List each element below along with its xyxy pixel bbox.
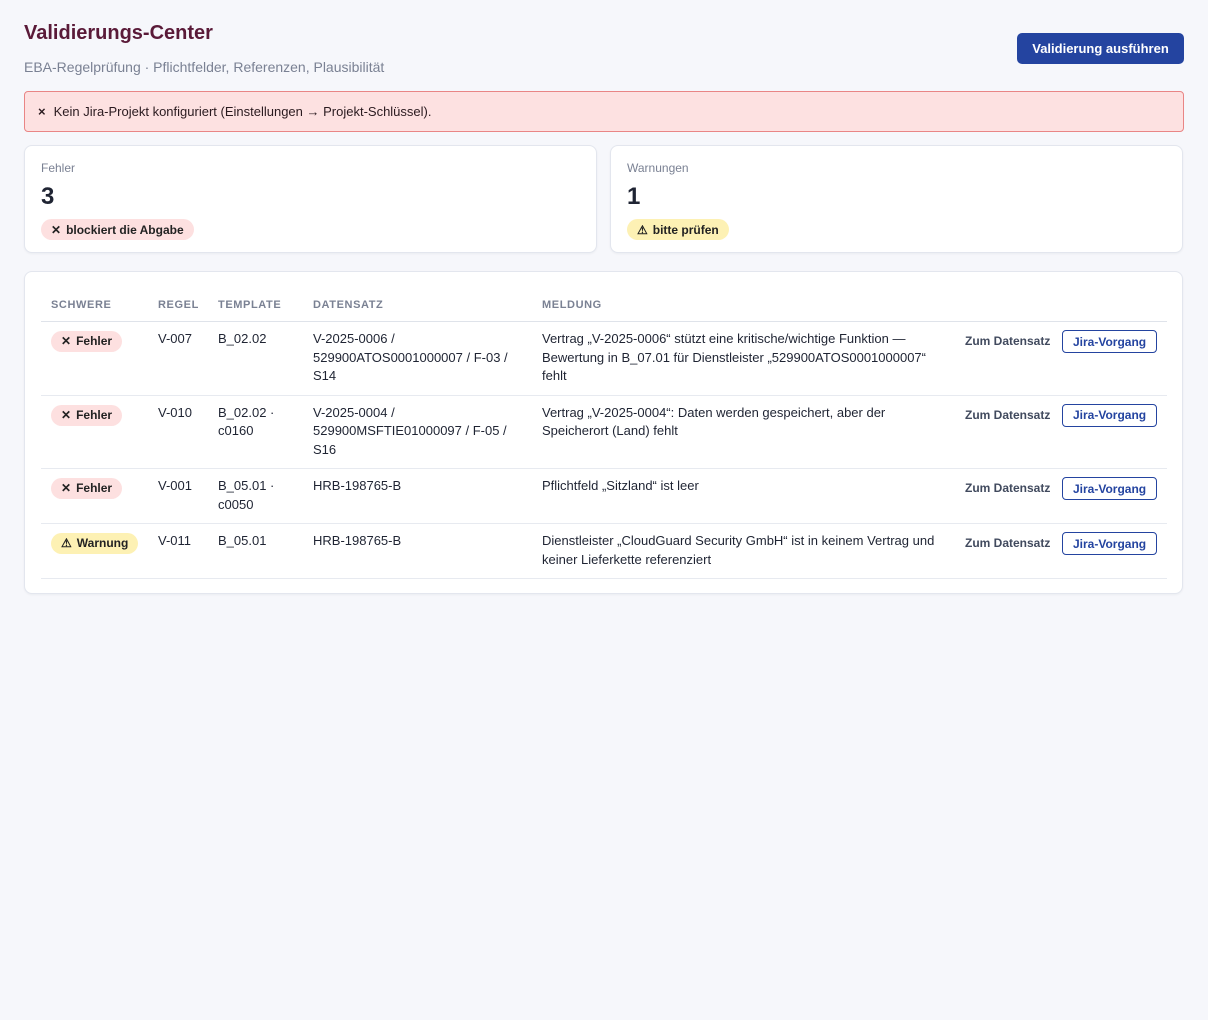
actions-cell: Zum Datensatz Jira-Vorgang [955, 395, 1167, 469]
column-header-actions [955, 288, 1167, 322]
errors-summary-card: Fehler 3 ✕ blockiert die Abgabe [24, 145, 597, 253]
severity-cell: ✕ Fehler [41, 468, 148, 524]
actions-cell: Zum Datensatz Jira-Vorgang [955, 523, 1167, 579]
warning-icon: ⚠ [637, 222, 648, 237]
go-to-record-button[interactable]: Zum Datensatz [965, 408, 1050, 422]
template-cell: B_05.01 [208, 523, 303, 579]
go-to-record-button[interactable]: Zum Datensatz [965, 481, 1050, 495]
severity-cell: ✕ Fehler [41, 321, 148, 396]
table-row: ✕ Fehler V-001 B_05.01 · c0050 HRB-19876… [41, 468, 1167, 524]
check-badge-label: bitte prüfen [652, 222, 719, 237]
blocking-badge: ✕ blockiert die Abgabe [41, 219, 194, 240]
column-header-severity: SCHWERE [41, 288, 148, 322]
alert-text: Kein Jira-Projekt konfiguriert (Einstell… [53, 104, 432, 119]
severity-label: Fehler [76, 481, 113, 496]
warnings-summary-card: Warnungen 1 ⚠ bitte prüfen [610, 145, 1183, 253]
table-row: ⚠ Warnung V-011 B_05.01 HRB-198765-B Die… [41, 523, 1167, 579]
error-x-icon: × [38, 104, 46, 119]
severity-cell: ✕ Fehler [41, 395, 148, 469]
cross-icon: ✕ [51, 222, 62, 237]
warning-icon: ⚠ [61, 536, 72, 551]
validation-center-page: Validierungs-Center EBA-Regelprüfung · P… [0, 0, 1208, 1020]
record-cell: V-2025-0004 / 529900MSFTIE01000097 / F-0… [303, 395, 532, 469]
errors-count: 3 [41, 183, 55, 210]
jira-issue-button[interactable]: Jira-Vorgang [1061, 532, 1158, 555]
message-cell: Pflichtfeld „Sitzland“ ist leer [532, 468, 955, 524]
cross-icon: ✕ [61, 481, 72, 496]
column-header-template: TEMPLATE [208, 288, 303, 322]
findings-table: SCHWERE REGEL TEMPLATE DATENSATZ MELDUNG… [41, 288, 1167, 579]
jira-issue-button[interactable]: Jira-Vorgang [1061, 403, 1158, 427]
run-validation-button[interactable]: Validierung ausführen [1017, 33, 1184, 64]
warnings-count: 1 [627, 183, 641, 210]
cross-icon: ✕ [61, 334, 72, 349]
check-badge: ⚠ bitte prüfen [627, 219, 729, 240]
severity-label: Fehler [76, 334, 113, 349]
severity-badge: ✕ Fehler [51, 404, 123, 426]
rule-cell: V-011 [148, 523, 208, 579]
column-header-message: MELDUNG [532, 288, 955, 322]
table-header-row: SCHWERE REGEL TEMPLATE DATENSATZ MELDUNG [41, 288, 1167, 322]
message-cell: Vertrag „V-2025-0006“ stützt eine kritis… [532, 321, 955, 396]
severity-label: Fehler [76, 407, 113, 422]
jira-issue-button[interactable]: Jira-Vorgang [1061, 477, 1158, 500]
record-cell: HRB-198765-B [303, 468, 532, 524]
jira-config-alert: × Kein Jira-Projekt konfiguriert (Einste… [24, 91, 1184, 132]
cross-icon: ✕ [61, 407, 72, 422]
warnings-label: Warnungen [627, 161, 689, 175]
actions-cell: Zum Datensatz Jira-Vorgang [955, 321, 1167, 396]
record-cell: V-2025-0006 / 529900ATOS0001000007 / F-0… [303, 321, 532, 396]
severity-badge: ✕ Fehler [51, 478, 123, 499]
go-to-record-button[interactable]: Zum Datensatz [965, 334, 1050, 348]
rule-cell: V-010 [148, 395, 208, 469]
table-row: ✕ Fehler V-007 B_02.02 V-2025-0006 / 529… [41, 321, 1167, 396]
rule-cell: V-001 [148, 468, 208, 524]
actions-cell: Zum Datensatz Jira-Vorgang [955, 468, 1167, 524]
blocking-badge-label: blockiert die Abgabe [66, 222, 184, 237]
severity-cell: ⚠ Warnung [41, 523, 148, 579]
go-to-record-button[interactable]: Zum Datensatz [965, 536, 1050, 550]
severity-badge: ✕ Fehler [51, 331, 123, 352]
message-cell: Dienstleister „CloudGuard Security GmbH“… [532, 523, 955, 579]
severity-label: Warnung [76, 536, 129, 551]
record-cell: HRB-198765-B [303, 523, 532, 579]
template-cell: B_02.02 · c0160 [208, 395, 303, 469]
page-subtitle: EBA-Regelprüfung · Pflichtfelder, Refere… [24, 59, 385, 75]
jira-issue-button[interactable]: Jira-Vorgang [1061, 330, 1158, 353]
findings-table-card: SCHWERE REGEL TEMPLATE DATENSATZ MELDUNG… [24, 271, 1183, 594]
rule-cell: V-007 [148, 321, 208, 396]
page-title: Validierungs-Center [24, 22, 213, 44]
template-cell: B_05.01 · c0050 [208, 468, 303, 524]
severity-badge: ⚠ Warnung [51, 533, 139, 554]
column-header-record: DATENSATZ [303, 288, 532, 322]
template-cell: B_02.02 [208, 321, 303, 396]
message-cell: Vertrag „V-2025-0004“: Daten werden gesp… [532, 395, 955, 469]
errors-label: Fehler [41, 161, 76, 175]
column-header-rule: REGEL [148, 288, 208, 322]
table-row: ✕ Fehler V-010 B_02.02 · c0160 V-2025-00… [41, 395, 1167, 469]
